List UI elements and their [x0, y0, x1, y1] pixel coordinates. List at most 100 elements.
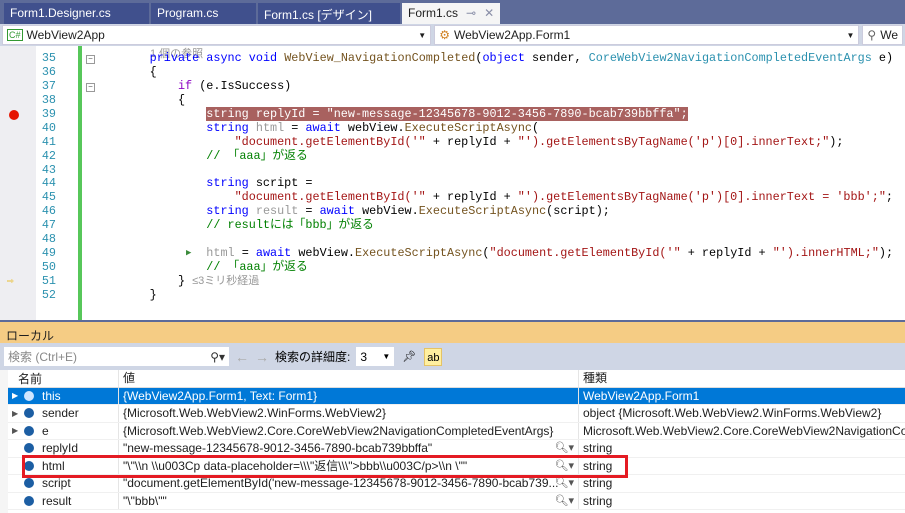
- tab-program[interactable]: Program.cs: [151, 3, 256, 24]
- class-dropdown[interactable]: ⚙ WebView2App.Form1 ▼: [434, 25, 860, 45]
- variable-name: result: [42, 493, 72, 508]
- close-icon[interactable]: ✕: [484, 6, 494, 24]
- tab-label: Form1.Designer.cs: [10, 6, 111, 20]
- header-name[interactable]: 名前: [8, 370, 118, 387]
- header-type[interactable]: 種類: [578, 370, 905, 387]
- variable-name: e: [42, 423, 49, 438]
- code-line[interactable]: 48: [0, 232, 905, 247]
- line-number: 51: [41, 274, 56, 288]
- code-text: // resultには「bbb」が返る: [206, 218, 374, 233]
- header-value[interactable]: 値: [118, 370, 578, 387]
- variable-name: this: [42, 388, 61, 403]
- code-line[interactable]: 42 // 「aaa」が返る: [0, 148, 905, 164]
- locals-window: ローカル 検索 (Ctrl+E) ⚲▾ ← → 検索の詳細度: 3 ▼ 📌︎ ab …: [0, 320, 905, 513]
- csharp-icon: C#: [7, 29, 23, 41]
- code-line[interactable]: 38 {: [0, 92, 905, 108]
- code-line[interactable]: 39 string replyId = "new-message-1234567…: [0, 106, 905, 122]
- code-text: private async void WebView_NavigationCom…: [149, 51, 894, 65]
- breakpoint-icon[interactable]: [9, 109, 19, 120]
- code-text: {: [93, 92, 186, 107]
- variable-type: string: [578, 492, 905, 509]
- member-icon: ⚲: [867, 28, 877, 42]
- line-number: 49: [41, 246, 56, 261]
- variable-icon: [24, 390, 34, 401]
- code-text: html = await webView.ExecuteScriptAsync(…: [206, 246, 894, 261]
- code-line[interactable]: 45 "document.getElementById('" + replyId…: [0, 190, 905, 205]
- line-number: 40: [41, 120, 56, 135]
- code-line[interactable]: 43: [0, 163, 905, 178]
- project-dropdown[interactable]: C# WebView2App ▼: [2, 25, 432, 45]
- variable-icon: [24, 425, 34, 436]
- class-icon: ⚙: [439, 28, 450, 42]
- code-line[interactable]: 41 "document.getElementById('" + replyId…: [0, 134, 905, 150]
- variable-value[interactable]: "document.getElementById('new-message-12…: [123, 476, 559, 490]
- code-line[interactable]: ⇨ 51 } ≤3ミリ秒経過: [0, 274, 905, 289]
- chevron-down-icon: ▼: [418, 30, 427, 40]
- line-number: 52: [41, 287, 56, 302]
- code-line[interactable]: 36 {: [0, 64, 905, 80]
- search-depth-label: 検索の詳細度:: [275, 350, 351, 364]
- forward-arrow-icon[interactable]: →: [255, 349, 269, 365]
- variable-type: WebView2App.Form1: [578, 387, 905, 404]
- columns-toggle-icon[interactable]: ab: [424, 347, 443, 366]
- magnifier-icon[interactable]: 🔍︎▾: [555, 493, 575, 510]
- code-text: // 「aaa」が返る: [206, 260, 308, 275]
- code-line[interactable]: −37 if (e.IsSuccess): [0, 79, 905, 94]
- code-text: } ≤3ミリ秒経過: [93, 274, 260, 288]
- code-line[interactable]: 49 html = await webView.ExecuteScriptAsy…: [0, 246, 905, 261]
- variable-icon: [24, 495, 34, 506]
- project-name: WebView2App: [26, 28, 105, 42]
- member-name: We: [880, 28, 898, 42]
- chevron-down-icon: ▼: [846, 30, 855, 40]
- search-input[interactable]: 検索 (Ctrl+E) ⚲▾: [4, 347, 229, 366]
- code-text: "document.getElementById('" + replyId + …: [234, 134, 844, 149]
- search-depth-value: 3: [360, 349, 368, 364]
- expand-arrow-icon[interactable]: ▶: [12, 391, 24, 400]
- table-row[interactable]: ▶ this {WebView2App.Form1, Text: Form1} Web…: [8, 387, 905, 405]
- line-number: 44: [41, 176, 56, 191]
- table-row[interactable]: ▶ e {Microsoft.Web.WebView2.Core.CoreWebVi…: [8, 422, 905, 440]
- variable-type: object {Microsoft.Web.WebView2.WinForms.…: [578, 405, 905, 422]
- chevron-down-icon: ▼: [382, 352, 391, 361]
- code-text: "document.getElementById('" + replyId + …: [234, 190, 893, 205]
- table-row[interactable]: result "\"bbb\"" 🔍︎▾ string: [8, 492, 905, 510]
- variable-value[interactable]: {Microsoft.Web.WebView2.Core.CoreWebView…: [123, 424, 553, 438]
- code-text: // 「aaa」が返る: [206, 148, 308, 163]
- line-number: 36: [41, 64, 56, 79]
- line-number: 38: [41, 92, 56, 107]
- code-line[interactable]: 52 }: [0, 287, 905, 303]
- navigation-bar: C# WebView2App ▼ ⚙ WebView2App.Form1 ▼ ⚲ We: [0, 24, 905, 46]
- code-line[interactable]: −35 private async void WebView_Navigatio…: [0, 51, 905, 66]
- class-name: WebView2App.Form1: [453, 28, 571, 42]
- tab-form1-design[interactable]: Form1.cs [デザイン]: [258, 3, 400, 24]
- member-dropdown[interactable]: ⚲ We: [862, 25, 903, 45]
- variable-value[interactable]: "new-message-12345678-9012-3456-7890-bca…: [123, 441, 432, 455]
- pin-icon[interactable]: 📌︎: [400, 348, 418, 366]
- pin-icon[interactable]: ⊸: [466, 6, 476, 24]
- code-line[interactable]: 40 string html = await webView.ExecuteSc…: [0, 120, 905, 136]
- variable-name: sender: [42, 406, 79, 421]
- column-headers: 名前 値 種類: [8, 370, 905, 388]
- expand-arrow-icon[interactable]: ▶: [12, 426, 24, 435]
- variable-value[interactable]: "\"bbb\"": [123, 494, 167, 508]
- variable-value[interactable]: {WebView2App.Form1, Text: Form1}: [123, 389, 317, 403]
- expand-arrow-icon[interactable]: ▶: [12, 409, 24, 418]
- tab-label: Form1.cs: [408, 6, 459, 20]
- variable-value[interactable]: {Microsoft.Web.WebView2.WinForms.WebView…: [123, 406, 386, 420]
- search-icon[interactable]: ⚲▾: [210, 350, 225, 364]
- search-depth-dropdown[interactable]: 3 ▼: [356, 347, 395, 366]
- back-arrow-icon[interactable]: ←: [235, 349, 249, 365]
- code-line[interactable]: 47 // resultには「bbb」が返る: [0, 218, 905, 233]
- code-lines: −35 private async void WebView_Navigatio…: [0, 51, 905, 303]
- variable-icon: [24, 408, 34, 419]
- run-to-click-icon[interactable]: ▶: [186, 247, 191, 261]
- tab-form1-designer[interactable]: Form1.Designer.cs: [4, 3, 149, 24]
- line-number: 48: [41, 232, 56, 247]
- code-editor[interactable]: 1 個の参照 −35 private async void WebView_Na…: [0, 46, 905, 320]
- variable-icon: [24, 478, 34, 489]
- code-line[interactable]: 50 // 「aaa」が返る: [0, 260, 905, 275]
- tab-form1-cs[interactable]: Form1.cs ⊸ ✕: [402, 3, 501, 24]
- table-row[interactable]: ▶ sender {Microsoft.Web.WebView2.WinForms.…: [8, 405, 905, 423]
- line-number: 35: [41, 51, 56, 65]
- code-line[interactable]: 44 string script =: [0, 176, 905, 191]
